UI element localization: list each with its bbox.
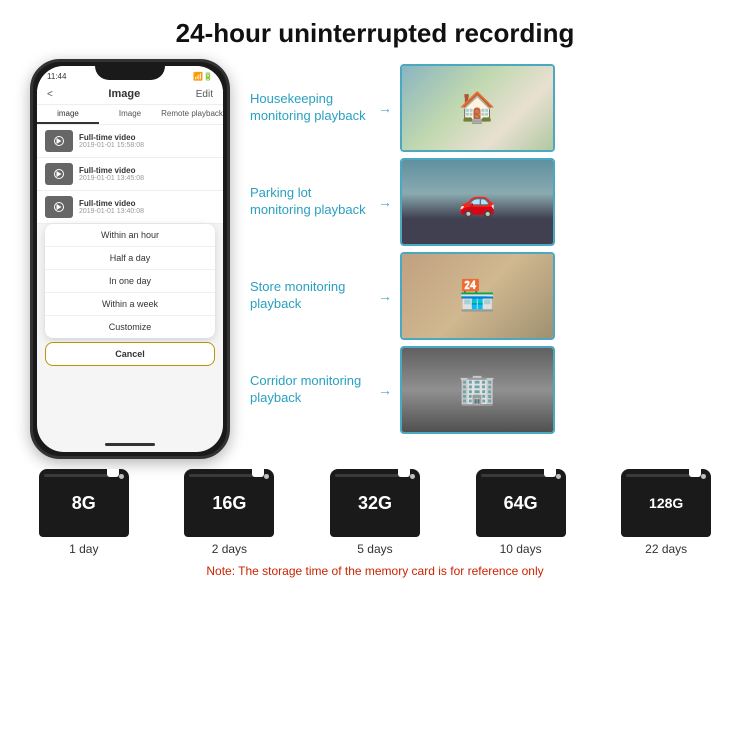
phone-mockup: 11:44 📶🔋 < Image Edit image Image Remote…	[30, 59, 230, 459]
dropdown-item-customize[interactable]: Customize	[45, 316, 215, 338]
sd-card-16g: 16G	[184, 469, 274, 537]
phone-time: 11:44	[47, 72, 66, 81]
phone-signal: 📶🔋	[193, 72, 213, 81]
monitoring-image-parking	[400, 158, 555, 246]
phone-list: Full-time video 2019-01-01 15:58:08 Full…	[37, 125, 223, 224]
monitoring-image-store	[400, 252, 555, 340]
monitoring-item-corridor: Corridor monitoring playback →	[250, 346, 730, 434]
sd-size-64g: 64G	[504, 493, 538, 514]
storage-card-16g: 16G 2 days	[184, 469, 274, 556]
right-panel: Housekeeping monitoring playback → Parki…	[250, 59, 730, 459]
storage-note: Note: The storage time of the memory car…	[15, 564, 735, 578]
phone-app-header: < Image Edit	[37, 84, 223, 105]
sd-days-64g: 10 days	[500, 542, 542, 556]
phone-thumb-2	[45, 163, 73, 185]
monitoring-label-store: Store monitoring playback	[250, 279, 370, 313]
phone-item-text-2: Full-time video 2019-01-01 13:45:08	[79, 166, 144, 182]
page-header: 24-hour uninterrupted recording	[0, 0, 750, 59]
storage-section: 8G 1 day 16G 2 days 32G 5 days	[0, 459, 750, 583]
phone-thumb-1	[45, 130, 73, 152]
dropdown-item-halfday[interactable]: Half a day	[45, 247, 215, 270]
sd-dot-3	[410, 474, 415, 479]
dropdown-item-hour[interactable]: Within an hour	[45, 224, 215, 247]
item-date-3: 2019-01-01 13:40:08	[79, 208, 144, 215]
play-icon-1	[54, 136, 64, 146]
sd-card-64g: 64G	[476, 469, 566, 537]
sd-notch-3	[398, 469, 410, 477]
phone-item-text-3: Full-time video 2019-01-01 13:40:08	[79, 199, 144, 215]
phone-tab-image[interactable]: image	[37, 105, 99, 124]
phone-tab-image2[interactable]: Image	[99, 105, 161, 124]
phone-home-indicator	[105, 443, 155, 446]
phone-screen-title: Image	[108, 88, 140, 100]
storage-cards: 8G 1 day 16G 2 days 32G 5 days	[15, 469, 735, 556]
phone-notch	[95, 62, 165, 80]
sd-notch-4	[544, 469, 556, 477]
phone-back-btn[interactable]: <	[47, 89, 53, 100]
sd-dot-5	[701, 474, 706, 479]
sd-dot-1	[119, 474, 124, 479]
sd-dot-2	[264, 474, 269, 479]
arrow-icon-2: →	[378, 194, 392, 210]
sd-notch-5	[689, 469, 701, 477]
sd-size-128g: 128G	[649, 495, 683, 511]
sd-days-128g: 22 days	[645, 542, 687, 556]
monitoring-image-corridor	[400, 346, 555, 434]
phone-cancel-button[interactable]: Cancel	[45, 342, 215, 366]
sd-notch-2	[252, 469, 264, 477]
sd-dot-4	[556, 474, 561, 479]
sd-days-8g: 1 day	[69, 542, 98, 556]
phone-item-text-1: Full-time video 2019-01-01 15:58:08	[79, 133, 144, 149]
monitoring-item-housekeeping: Housekeeping monitoring playback →	[250, 64, 730, 152]
sd-card-8g: 8G	[39, 469, 129, 537]
arrow-icon-4: →	[378, 382, 392, 398]
sd-size-8g: 8G	[72, 493, 96, 514]
phone-tabs: image Image Remote playback	[37, 105, 223, 125]
monitoring-item-store: Store monitoring playback →	[250, 252, 730, 340]
item-label-3: Full-time video	[79, 199, 144, 208]
play-icon-3	[54, 202, 64, 212]
storage-card-32g: 32G 5 days	[330, 469, 420, 556]
list-item: Full-time video 2019-01-01 15:58:08	[37, 125, 223, 158]
phone-container: 11:44 📶🔋 < Image Edit image Image Remote…	[20, 59, 240, 459]
storage-card-64g: 64G 10 days	[476, 469, 566, 556]
monitoring-label-corridor: Corridor monitoring playback	[250, 373, 370, 407]
arrow-icon-3: →	[378, 288, 392, 304]
sd-size-32g: 32G	[358, 493, 392, 514]
dropdown-item-week[interactable]: Within a week	[45, 293, 215, 316]
page-title: 24-hour uninterrupted recording	[0, 18, 750, 49]
list-item-3: Full-time video 2019-01-01 13:40:08	[37, 191, 223, 224]
phone-screen: 11:44 📶🔋 < Image Edit image Image Remote…	[37, 66, 223, 452]
dropdown-item-oneday[interactable]: In one day	[45, 270, 215, 293]
main-content: 11:44 📶🔋 < Image Edit image Image Remote…	[0, 59, 750, 459]
sd-card-128g: 128G	[621, 469, 711, 537]
sd-size-16g: 16G	[212, 493, 246, 514]
parking-photo	[402, 160, 553, 244]
storage-card-128g: 128G 22 days	[621, 469, 711, 556]
monitoring-label-housekeeping: Housekeeping monitoring playback	[250, 91, 370, 125]
monitoring-item-parking: Parking lot monitoring playback →	[250, 158, 730, 246]
phone-tab-remote[interactable]: Remote playback	[161, 105, 223, 124]
phone-dropdown[interactable]: Within an hour Half a day In one day Wit…	[45, 224, 215, 338]
sd-days-16g: 2 days	[212, 542, 247, 556]
item-date-2: 2019-01-01 13:45:08	[79, 175, 144, 182]
sd-card-32g: 32G	[330, 469, 420, 537]
phone-edit-btn[interactable]: Edit	[196, 89, 213, 100]
monitoring-image-housekeeping	[400, 64, 555, 152]
item-date-1: 2019-01-01 15:58:08	[79, 142, 144, 149]
sd-notch-1	[107, 469, 119, 477]
sd-days-32g: 5 days	[357, 542, 392, 556]
monitoring-label-parking: Parking lot monitoring playback	[250, 185, 370, 219]
housekeeping-photo	[402, 66, 553, 150]
phone-thumb-3	[45, 196, 73, 218]
storage-card-8g: 8G 1 day	[39, 469, 129, 556]
item-label-1: Full-time video	[79, 133, 144, 142]
item-label-2: Full-time video	[79, 166, 144, 175]
play-icon-2	[54, 169, 64, 179]
corridor-photo	[402, 348, 553, 432]
store-photo	[402, 254, 553, 338]
list-item-2: Full-time video 2019-01-01 13:45:08	[37, 158, 223, 191]
arrow-icon-1: →	[378, 100, 392, 116]
